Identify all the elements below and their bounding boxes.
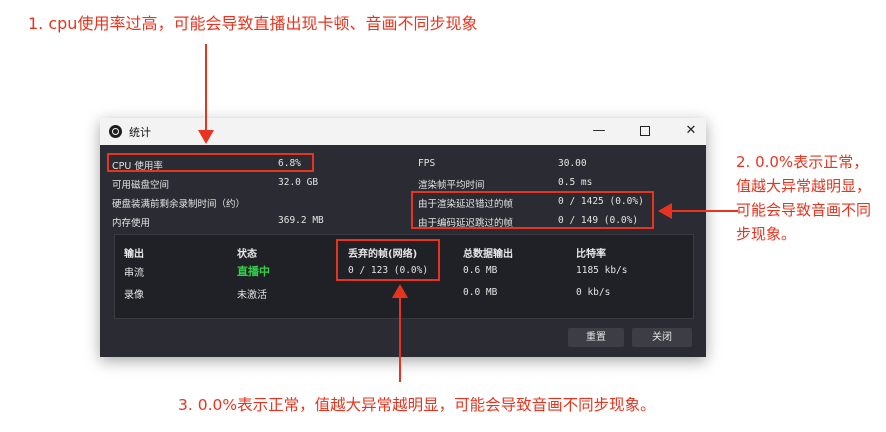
arrow-1-head (198, 130, 214, 144)
annotation-arrows (198, 44, 738, 382)
arrow-3-head (392, 284, 408, 298)
arrow-2-head (658, 203, 672, 219)
